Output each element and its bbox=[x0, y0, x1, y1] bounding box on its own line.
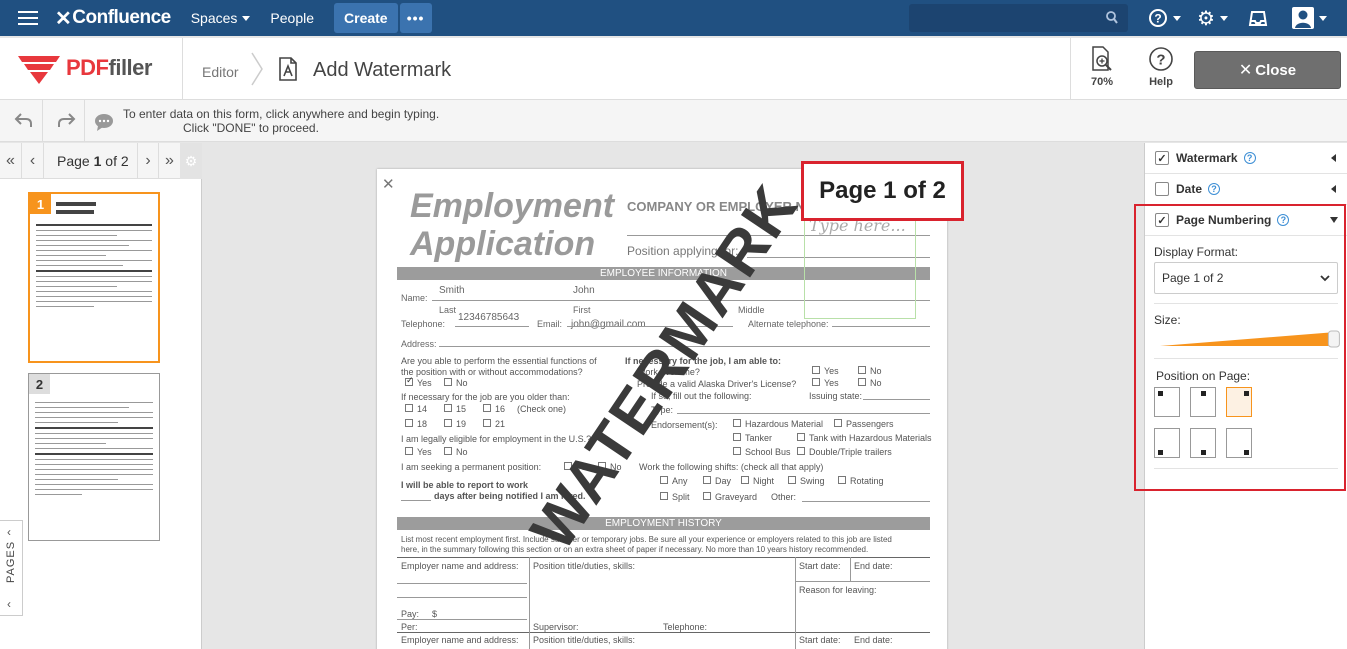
pager: « ‹ Page 1 of 2 › » ⚙ bbox=[0, 143, 202, 179]
last-page-button[interactable]: » bbox=[159, 143, 181, 179]
redo-icon[interactable] bbox=[56, 112, 76, 128]
gear-icon: ⚙ bbox=[1197, 7, 1215, 30]
checkmark-icon: ✓ bbox=[406, 375, 414, 385]
document-canvas[interactable]: ✕ Employment Application COMPANY OR EMPL… bbox=[202, 143, 1144, 649]
svg-text:?: ? bbox=[1154, 12, 1161, 26]
divider bbox=[1070, 38, 1071, 100]
checkbox-functions-no[interactable] bbox=[444, 378, 452, 386]
pages-toggle-tab[interactable]: ‹ PAGES ‹ bbox=[0, 520, 23, 616]
chevron-left-icon: ‹ bbox=[7, 525, 11, 539]
pdffiller-logo-icon bbox=[18, 56, 60, 84]
pages-panel: « ‹ Page 1 of 2 › » ⚙ 1 2 ‹ PAGES ‹ bbox=[0, 143, 202, 649]
pager-settings[interactable]: ⚙ bbox=[180, 143, 202, 179]
more-button[interactable]: ••• bbox=[399, 3, 432, 33]
undo-icon[interactable] bbox=[14, 112, 34, 128]
gear-icon: ⚙ bbox=[184, 152, 198, 169]
comment-icon[interactable] bbox=[94, 113, 114, 131]
divider bbox=[182, 38, 183, 100]
settings-menu[interactable]: ⚙ bbox=[1197, 6, 1228, 30]
help-menu[interactable]: ? bbox=[1148, 6, 1181, 30]
help-button[interactable]: ? Help bbox=[1144, 46, 1178, 88]
caret-down-icon bbox=[1173, 15, 1181, 21]
chevron-down-icon bbox=[1320, 275, 1330, 282]
section-date[interactable]: Date ? bbox=[1145, 174, 1347, 205]
question-circle-icon: ? bbox=[1149, 9, 1167, 27]
caret-down-icon bbox=[1319, 15, 1327, 21]
editor-hint: To enter data on this form, click anywhe… bbox=[123, 107, 440, 135]
first-page-button[interactable]: « bbox=[0, 143, 22, 179]
watermark-doc-icon bbox=[279, 57, 297, 81]
nav-people[interactable]: People bbox=[270, 10, 314, 26]
date-checkbox[interactable] bbox=[1155, 182, 1169, 196]
section-employment-history: EMPLOYMENT HISTORY bbox=[397, 517, 930, 530]
next-page-button[interactable]: › bbox=[137, 143, 159, 179]
page-thumbnail-2[interactable]: 2 bbox=[28, 373, 160, 541]
zoom-doc-icon bbox=[1092, 46, 1112, 71]
search-icon bbox=[1106, 11, 1118, 24]
position-bottom-right[interactable] bbox=[1226, 428, 1252, 458]
position-top-center[interactable] bbox=[1190, 387, 1216, 417]
checkbox-functions-yes[interactable]: ✓ bbox=[405, 375, 414, 386]
breadcrumb-editor[interactable]: Editor bbox=[202, 64, 239, 80]
editor-toolbar: To enter data on this form, click anywhe… bbox=[0, 100, 1347, 142]
pdffiller-logo[interactable]: PDFfiller bbox=[18, 52, 152, 84]
close-button[interactable]: ✕ Close bbox=[1194, 51, 1341, 89]
collapse-left-icon bbox=[1331, 185, 1336, 193]
avatar-icon bbox=[1292, 7, 1314, 29]
display-format-select[interactable]: Page 1 of 2 bbox=[1154, 262, 1338, 294]
close-icon[interactable]: ✕ bbox=[382, 175, 395, 193]
inbox-icon bbox=[1248, 11, 1268, 26]
create-button[interactable]: Create bbox=[334, 3, 398, 33]
thumbnail-number: 2 bbox=[29, 374, 50, 394]
svg-text:?: ? bbox=[1156, 52, 1165, 69]
menu-icon[interactable] bbox=[18, 7, 38, 29]
collapse-left-icon bbox=[1331, 154, 1336, 162]
pdffiller-header: PDFfiller Editor Add Watermark 70% ? Hel… bbox=[0, 38, 1347, 100]
caret-down-icon bbox=[1219, 15, 1228, 21]
prev-page-button[interactable]: ‹ bbox=[22, 143, 44, 179]
page-thumbnail-1[interactable]: 1 bbox=[28, 192, 160, 363]
thumbnail-number: 1 bbox=[30, 194, 51, 214]
confluence-logo[interactable]: ✕ Confluence bbox=[55, 6, 171, 31]
slider-handle[interactable] bbox=[1327, 330, 1340, 348]
position-top-left[interactable] bbox=[1154, 387, 1180, 417]
page-number-stamp[interactable]: Page 1 of 2 bbox=[801, 161, 964, 221]
signature-field[interactable]: Type here... bbox=[804, 205, 916, 319]
notifications-button[interactable] bbox=[1248, 6, 1268, 30]
close-icon: ✕ bbox=[1238, 62, 1253, 79]
position-bottom-left[interactable] bbox=[1154, 428, 1180, 458]
chevron-left-icon: ‹ bbox=[7, 597, 11, 611]
position-bottom-center[interactable] bbox=[1190, 428, 1216, 458]
zoom-button[interactable]: 70% bbox=[1085, 46, 1119, 88]
nav-spaces[interactable]: Spaces bbox=[191, 10, 251, 26]
caret-down-icon bbox=[242, 15, 251, 21]
search-input[interactable] bbox=[909, 4, 1128, 32]
checkmark-icon: ✓ bbox=[1157, 152, 1167, 165]
confluence-x-icon: ✕ bbox=[55, 7, 72, 30]
user-menu[interactable] bbox=[1292, 6, 1327, 30]
breadcrumb-chevron-icon bbox=[251, 52, 263, 86]
form-title: Employment Application bbox=[410, 187, 615, 263]
page-title: Add Watermark bbox=[313, 59, 452, 81]
section-watermark[interactable]: ✓ Watermark ? bbox=[1145, 143, 1347, 174]
confluence-topbar: ✕ Confluence Spaces People Create ••• ? … bbox=[0, 0, 1347, 36]
size-slider[interactable] bbox=[1160, 330, 1340, 348]
page-indicator: Page 1 of 2 bbox=[57, 153, 129, 169]
position-top-right[interactable] bbox=[1226, 387, 1252, 417]
info-icon[interactable]: ? bbox=[1208, 183, 1221, 195]
help-circle-icon: ? bbox=[1149, 47, 1173, 71]
watermark-checkbox[interactable]: ✓ bbox=[1155, 151, 1169, 165]
document-page[interactable]: ✕ Employment Application COMPANY OR EMPL… bbox=[377, 169, 947, 649]
info-icon[interactable]: ? bbox=[1243, 152, 1256, 164]
